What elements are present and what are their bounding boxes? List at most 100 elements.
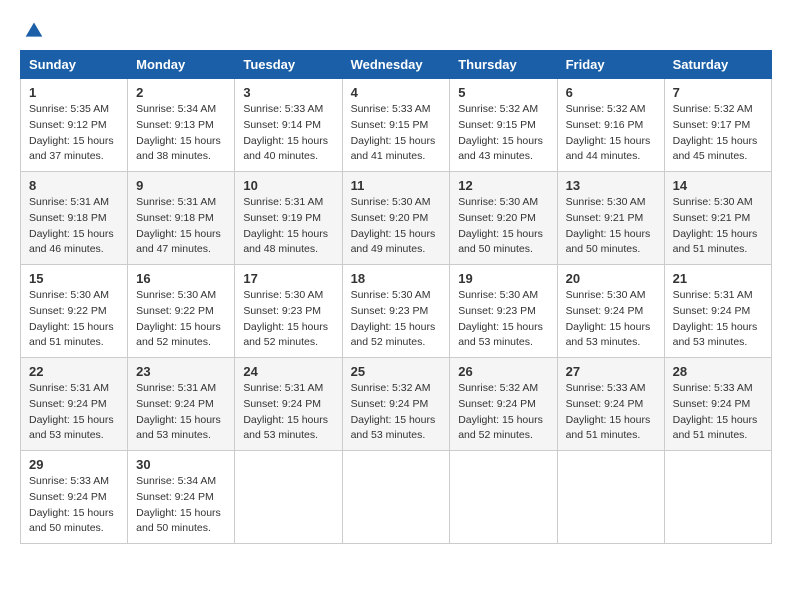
calendar-day-22: 22 Sunrise: 5:31 AMSunset: 9:24 PMDaylig… [21,358,128,451]
calendar-day-24: 24 Sunrise: 5:31 AMSunset: 9:24 PMDaylig… [235,358,342,451]
day-number: 13 [566,178,656,193]
calendar-day-13: 13 Sunrise: 5:30 AMSunset: 9:21 PMDaylig… [557,172,664,265]
day-number: 17 [243,271,333,286]
calendar-day-25: 25 Sunrise: 5:32 AMSunset: 9:24 PMDaylig… [342,358,450,451]
calendar-day-12: 12 Sunrise: 5:30 AMSunset: 9:20 PMDaylig… [450,172,557,265]
column-header-thursday: Thursday [450,51,557,79]
empty-cell [450,451,557,544]
calendar-day-23: 23 Sunrise: 5:31 AMSunset: 9:24 PMDaylig… [128,358,235,451]
calendar-day-2: 2 Sunrise: 5:34 AMSunset: 9:13 PMDayligh… [128,79,235,172]
empty-cell [235,451,342,544]
calendar-day-5: 5 Sunrise: 5:32 AMSunset: 9:15 PMDayligh… [450,79,557,172]
day-number: 30 [136,457,226,472]
day-number: 4 [351,85,442,100]
day-number: 14 [673,178,763,193]
logo [20,20,44,40]
day-number: 18 [351,271,442,286]
day-info: Sunrise: 5:30 AMSunset: 9:23 PMDaylight:… [243,289,328,348]
calendar-day-7: 7 Sunrise: 5:32 AMSunset: 9:17 PMDayligh… [664,79,771,172]
day-number: 28 [673,364,763,379]
empty-cell [664,451,771,544]
day-info: Sunrise: 5:32 AMSunset: 9:24 PMDaylight:… [458,382,543,441]
column-header-wednesday: Wednesday [342,51,450,79]
column-header-saturday: Saturday [664,51,771,79]
logo-icon [24,20,44,40]
calendar-table: SundayMondayTuesdayWednesdayThursdayFrid… [20,50,772,544]
day-info: Sunrise: 5:30 AMSunset: 9:23 PMDaylight:… [351,289,436,348]
day-info: Sunrise: 5:30 AMSunset: 9:20 PMDaylight:… [458,196,543,255]
day-info: Sunrise: 5:30 AMSunset: 9:24 PMDaylight:… [566,289,651,348]
day-number: 2 [136,85,226,100]
day-number: 9 [136,178,226,193]
day-info: Sunrise: 5:34 AMSunset: 9:13 PMDaylight:… [136,103,221,162]
calendar-week-row: 15 Sunrise: 5:30 AMSunset: 9:22 PMDaylig… [21,265,772,358]
calendar-day-14: 14 Sunrise: 5:30 AMSunset: 9:21 PMDaylig… [664,172,771,265]
day-info: Sunrise: 5:33 AMSunset: 9:24 PMDaylight:… [673,382,758,441]
day-info: Sunrise: 5:30 AMSunset: 9:22 PMDaylight:… [136,289,221,348]
day-info: Sunrise: 5:31 AMSunset: 9:24 PMDaylight:… [136,382,221,441]
day-number: 25 [351,364,442,379]
day-number: 6 [566,85,656,100]
column-header-tuesday: Tuesday [235,51,342,79]
column-header-monday: Monday [128,51,235,79]
calendar-day-17: 17 Sunrise: 5:30 AMSunset: 9:23 PMDaylig… [235,265,342,358]
calendar-day-16: 16 Sunrise: 5:30 AMSunset: 9:22 PMDaylig… [128,265,235,358]
calendar-day-20: 20 Sunrise: 5:30 AMSunset: 9:24 PMDaylig… [557,265,664,358]
day-number: 23 [136,364,226,379]
day-number: 10 [243,178,333,193]
calendar-day-15: 15 Sunrise: 5:30 AMSunset: 9:22 PMDaylig… [21,265,128,358]
calendar-day-21: 21 Sunrise: 5:31 AMSunset: 9:24 PMDaylig… [664,265,771,358]
day-info: Sunrise: 5:33 AMSunset: 9:15 PMDaylight:… [351,103,436,162]
day-number: 15 [29,271,119,286]
calendar-day-19: 19 Sunrise: 5:30 AMSunset: 9:23 PMDaylig… [450,265,557,358]
calendar-day-8: 8 Sunrise: 5:31 AMSunset: 9:18 PMDayligh… [21,172,128,265]
day-number: 11 [351,178,442,193]
day-number: 29 [29,457,119,472]
day-number: 21 [673,271,763,286]
calendar-day-10: 10 Sunrise: 5:31 AMSunset: 9:19 PMDaylig… [235,172,342,265]
day-number: 27 [566,364,656,379]
day-number: 16 [136,271,226,286]
day-number: 5 [458,85,548,100]
calendar-day-11: 11 Sunrise: 5:30 AMSunset: 9:20 PMDaylig… [342,172,450,265]
day-number: 26 [458,364,548,379]
calendar-day-4: 4 Sunrise: 5:33 AMSunset: 9:15 PMDayligh… [342,79,450,172]
day-info: Sunrise: 5:30 AMSunset: 9:22 PMDaylight:… [29,289,114,348]
day-info: Sunrise: 5:32 AMSunset: 9:16 PMDaylight:… [566,103,651,162]
day-info: Sunrise: 5:32 AMSunset: 9:15 PMDaylight:… [458,103,543,162]
calendar-week-row: 22 Sunrise: 5:31 AMSunset: 9:24 PMDaylig… [21,358,772,451]
day-number: 8 [29,178,119,193]
calendar-day-27: 27 Sunrise: 5:33 AMSunset: 9:24 PMDaylig… [557,358,664,451]
day-info: Sunrise: 5:31 AMSunset: 9:24 PMDaylight:… [29,382,114,441]
empty-cell [557,451,664,544]
day-number: 20 [566,271,656,286]
calendar-day-29: 29 Sunrise: 5:33 AMSunset: 9:24 PMDaylig… [21,451,128,544]
calendar-week-row: 29 Sunrise: 5:33 AMSunset: 9:24 PMDaylig… [21,451,772,544]
day-info: Sunrise: 5:32 AMSunset: 9:24 PMDaylight:… [351,382,436,441]
day-number: 22 [29,364,119,379]
day-info: Sunrise: 5:31 AMSunset: 9:24 PMDaylight:… [673,289,758,348]
empty-cell [342,451,450,544]
day-number: 19 [458,271,548,286]
calendar-day-6: 6 Sunrise: 5:32 AMSunset: 9:16 PMDayligh… [557,79,664,172]
page-header [20,20,772,40]
calendar-day-28: 28 Sunrise: 5:33 AMSunset: 9:24 PMDaylig… [664,358,771,451]
day-info: Sunrise: 5:30 AMSunset: 9:20 PMDaylight:… [351,196,436,255]
column-header-sunday: Sunday [21,51,128,79]
day-info: Sunrise: 5:32 AMSunset: 9:17 PMDaylight:… [673,103,758,162]
day-info: Sunrise: 5:30 AMSunset: 9:21 PMDaylight:… [673,196,758,255]
column-header-friday: Friday [557,51,664,79]
calendar-day-3: 3 Sunrise: 5:33 AMSunset: 9:14 PMDayligh… [235,79,342,172]
calendar-day-9: 9 Sunrise: 5:31 AMSunset: 9:18 PMDayligh… [128,172,235,265]
day-info: Sunrise: 5:34 AMSunset: 9:24 PMDaylight:… [136,475,221,534]
calendar-day-26: 26 Sunrise: 5:32 AMSunset: 9:24 PMDaylig… [450,358,557,451]
day-info: Sunrise: 5:33 AMSunset: 9:24 PMDaylight:… [566,382,651,441]
day-number: 24 [243,364,333,379]
calendar-day-1: 1 Sunrise: 5:35 AMSunset: 9:12 PMDayligh… [21,79,128,172]
day-number: 12 [458,178,548,193]
day-number: 3 [243,85,333,100]
calendar-header-row: SundayMondayTuesdayWednesdayThursdayFrid… [21,51,772,79]
day-number: 7 [673,85,763,100]
calendar-day-18: 18 Sunrise: 5:30 AMSunset: 9:23 PMDaylig… [342,265,450,358]
day-info: Sunrise: 5:33 AMSunset: 9:14 PMDaylight:… [243,103,328,162]
